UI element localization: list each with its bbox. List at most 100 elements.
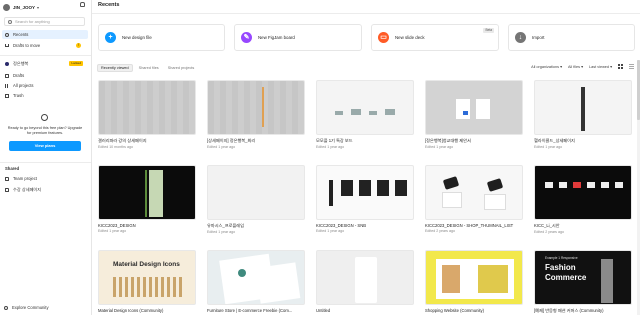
new-slide-deck-button[interactable]: ▭ New slide deck Beta [371,24,499,51]
list-view-icon[interactable] [629,64,634,69]
tray-icon [5,44,9,47]
thumb-title: Material Design Icons [113,261,180,268]
file-title: KICC_Li_시안 [534,223,560,228]
file-card[interactable]: Material Design Icons Material Design Ic… [98,250,196,314]
file-card[interactable]: [정은행복]청교대행 제안서 Edited 1 year ago [425,80,523,149]
sidebar-item-drafts[interactable]: Drafts [2,71,88,80]
file-title: KICC2023_DESIGN [98,223,136,228]
clock-icon [5,32,9,37]
file-card[interactable]: Example 1 Responsive Fashion Commerce [예… [534,250,632,315]
thumb-detail [145,170,147,217]
import-button[interactable]: ↓ Import [508,24,635,51]
file-edited: Edited 1 year ago [207,145,236,149]
sidebar-item-all-projects[interactable]: All projects [2,81,88,90]
file-card[interactable]: KICC2023_DESIGN Edited 1 year ago [98,165,196,233]
upgrade-panel: Ready to go beyond this free plan? Upgra… [4,107,86,157]
thumb-detail [442,176,460,190]
plus-icon: + [105,32,116,43]
tab-shared-projects[interactable]: Shared projects [165,64,198,72]
view-plans-button[interactable]: View plans [9,141,81,151]
import-icon: ↓ [515,32,526,43]
sidebar-item-label: 수강 상세페이지 [13,186,42,192]
file-card[interactable]: 갤러리파라 강의 상세페이지 Edited 10 months ago [98,80,196,149]
team-switcher[interactable]: 정은행복 Locked [2,59,88,68]
file-title: [예제] 반응형 패션 커머스 (Community) [534,308,604,313]
bell-icon[interactable] [80,2,85,7]
thumb-detail [442,192,462,208]
sidebar-item-label: Drafts to move [13,43,41,48]
explore-label: Explore Community [12,305,49,310]
file-card[interactable]: Shopping Website (Community) [425,250,523,314]
upgrade-text: Ready to go beyond this free plan? Upgra… [7,126,83,135]
organization-filter[interactable]: All organizations ▾ [531,64,562,69]
file-card[interactable]: KICC2023_DESIGN - SHOP_THUMNAIL_LIST Edi… [425,165,523,233]
file-title: 유마시스_프로플레임 [207,223,245,228]
sidebar-item-label: Drafts [13,73,25,78]
globe-icon [4,305,8,310]
sort-dropdown[interactable]: Last viewed ▾ [589,64,612,69]
file-title: 헬라이클드_상세페이지 [534,138,575,143]
page-title: Recents [98,2,120,8]
warning-badge: ! [76,43,81,48]
file-thumbnail [425,80,523,135]
sidebar-item-team-project[interactable]: Team project [2,174,88,183]
file-title: Furniture Store | E-commerce Freebie (Co… [207,308,293,313]
file-thumbnail: Example 1 Responsive Fashion Commerce [534,250,632,305]
file-card[interactable]: [상세페이지] 정은행복_최리 Edited 1 year ago [207,80,305,149]
thumb-subtitle: Example 1 Responsive [545,256,578,260]
beta-badge: Beta [483,28,494,33]
new-design-file-button[interactable]: + New design file [98,24,225,51]
file-edited: Edited 2 years ago [425,229,455,233]
tab-recently-viewed[interactable]: Recently viewed [97,64,133,72]
file-card[interactable]: KICC_Li_시안 Edited 2 years ago [534,165,632,234]
thumb-detail [456,99,470,119]
pen-icon: ✎ [241,32,252,43]
file-thumbnail [207,165,305,220]
team-avatar [5,61,9,66]
file-thumbnail: Material Design Icons [98,250,196,305]
quick-action-label: New FigJam board [258,35,295,40]
file-edited: Edited 1 year ago [425,145,454,149]
file-card[interactable]: KICC2023_DESIGN - SNB Edited 1 year ago [316,165,414,233]
new-figjam-board-button[interactable]: ✎ New FigJam board [234,24,362,51]
file-thumbnail [425,165,523,220]
grid-view-icon[interactable] [618,64,623,69]
search-box[interactable] [4,17,85,26]
file-type-filter[interactable]: All files ▾ [568,64,583,69]
file-thumbnail [98,80,196,135]
thumb-detail [262,87,264,127]
file-title: Untitled [316,308,331,313]
tab-shared-files[interactable]: Shared files [136,64,162,72]
file-card[interactable]: 유마시스_프로플레임 Edited 1 year ago [207,165,305,234]
search-input[interactable] [15,19,84,24]
file-thumbnail [425,250,523,305]
quick-action-label: New design file [122,35,152,40]
explore-community-link[interactable]: Explore Community [4,305,49,310]
divider [0,55,91,56]
sidebar-item-drafts-to-move[interactable]: Drafts to move ! [2,41,88,50]
file-edited: Edited 1 year ago [534,145,563,149]
sidebar-item-label: All projects [13,83,34,88]
file-title: KICC2023_DESIGN - SHOP_THUMNAIL_LIST [425,223,514,228]
thumb-detail [484,194,506,210]
search-icon [8,19,12,24]
file-card[interactable]: Furniture Store | E-commerce Freebie (Co… [207,250,305,314]
file-thumbnail [316,80,414,135]
file-title: 갤러리파라 강의 상세페이지 [98,138,147,143]
sidebar-item-shared-detail-page[interactable]: 수강 상세페이지 [2,185,88,194]
thumb-detail [359,180,371,196]
avatar [3,3,10,11]
sidebar-item-trash[interactable]: Trash [2,91,88,100]
thumb-detail [355,257,377,303]
file-card[interactable]: Untitled [316,250,414,314]
quick-action-label: New slide deck [395,35,425,40]
filter-bar: All organizations ▾ All files ▾ Last vie… [531,64,634,69]
file-card[interactable]: 헬라이클드_상세페이지 Edited 1 year ago [534,80,632,149]
file-card[interactable]: 모모플 1기 특강 보드 Edited 1 year ago [316,80,414,149]
thumb-detail [581,87,585,131]
thumb-detail [601,182,609,188]
thumb-detail [377,180,389,196]
slides-icon: ▭ [378,32,389,43]
account-switcher[interactable]: JIN_JOOY ▾ [3,3,89,11]
sidebar-item-recents[interactable]: Recents [2,30,88,39]
